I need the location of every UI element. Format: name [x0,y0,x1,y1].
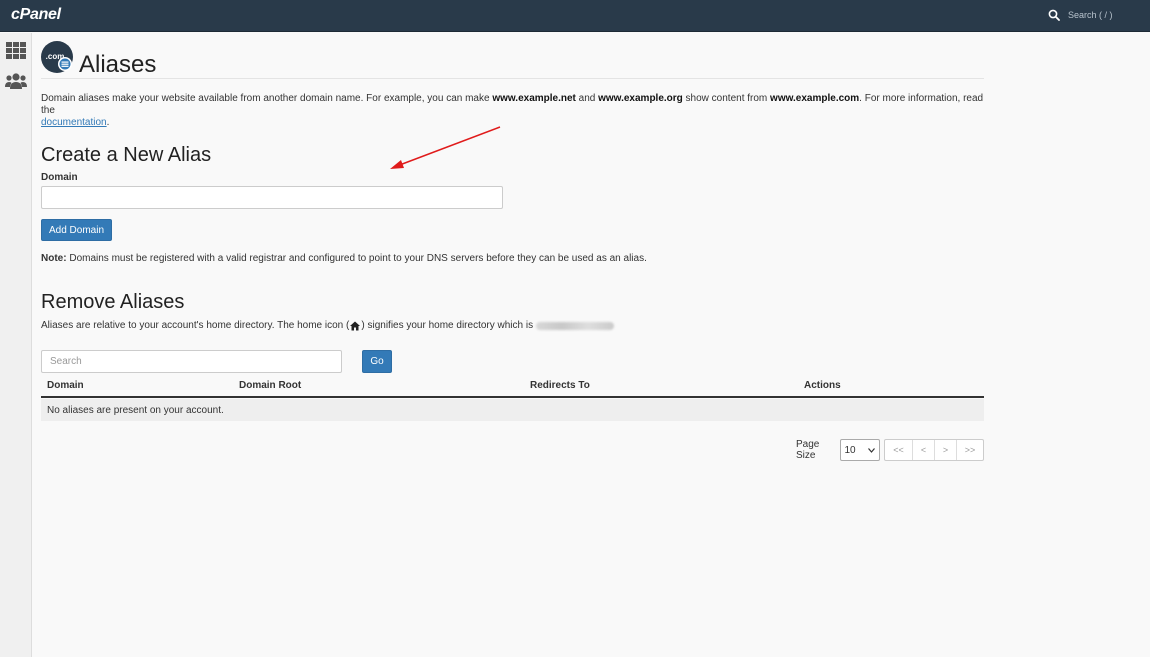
domain-com-icon: .com [41,41,73,73]
pagination: Page Size 10 << < > >> [796,439,984,461]
domain-input[interactable] [41,186,503,209]
column-domain[interactable]: Domain [47,380,84,391]
table-row: No aliases are present on your account. [41,399,984,421]
desc-text: . [106,117,110,128]
create-alias-heading: Create a New Alias [41,144,212,166]
desc-text: show content from [682,93,771,104]
sidebar-item-tools[interactable] [5,40,27,60]
top-bar: cPanel Search ( / ) [0,0,1150,32]
remove-description: Aliases are relative to your account's h… [41,320,615,331]
sidebar [0,33,32,657]
global-search[interactable]: Search ( / ) [1048,9,1113,21]
column-redirects-to[interactable]: Redirects To [530,380,590,391]
global-search-placeholder: Search ( / ) [1068,10,1113,20]
chevron-down-icon [868,448,875,453]
domain-label: Domain [41,172,78,183]
sidebar-item-users[interactable] [5,70,27,90]
annotation-arrow [390,126,501,169]
page-header: .com Aliases [41,41,984,79]
desc-text: Domain aliases make your website availab… [41,93,493,104]
redacted-home-path [536,321,615,330]
page-size-select[interactable]: 10 [840,439,880,461]
page-title: Aliases [79,51,157,78]
page-description: Domain aliases make your website availab… [41,93,991,129]
desc-example-com: www.example.com [770,93,860,104]
remove-desc-text: ) signifies your home directory which is [361,320,534,331]
first-page-button[interactable]: << [885,440,913,460]
desc-text: and [575,93,599,104]
note-label: Note: [41,253,67,264]
empty-table-message: No aliases are present on your account. [47,405,224,416]
remove-desc-text: Aliases are relative to your account's h… [41,320,350,331]
desc-example-net: www.example.net [492,93,576,104]
note-text: Domains must be registered with a valid … [66,253,647,264]
previous-page-button[interactable]: < [913,440,935,460]
page-size-label: Page Size [796,439,820,461]
remove-aliases-heading: Remove Aliases [41,291,185,313]
aliases-table-header: Domain Domain Root Redirects To Actions [41,377,984,398]
grid-icon [6,41,26,59]
page-size-value: 10 [844,444,856,456]
users-icon [5,72,27,89]
registration-note: Note: Domains must be registered with a … [41,253,647,264]
home-icon [350,321,361,330]
go-button[interactable]: Go [362,350,392,373]
add-domain-button[interactable]: Add Domain [41,219,112,241]
next-page-button[interactable]: > [935,440,957,460]
alias-search-input[interactable]: Search [41,350,342,373]
desc-example-org: www.example.org [598,93,683,104]
last-page-button[interactable]: >> [957,440,983,460]
documentation-link[interactable]: documentation [41,117,107,128]
page-navigation: << < > >> [884,439,984,461]
column-domain-root[interactable]: Domain Root [239,380,301,391]
cpanel-logo[interactable]: cPanel [11,6,61,24]
search-icon [1048,9,1060,21]
column-actions: Actions [804,380,841,391]
